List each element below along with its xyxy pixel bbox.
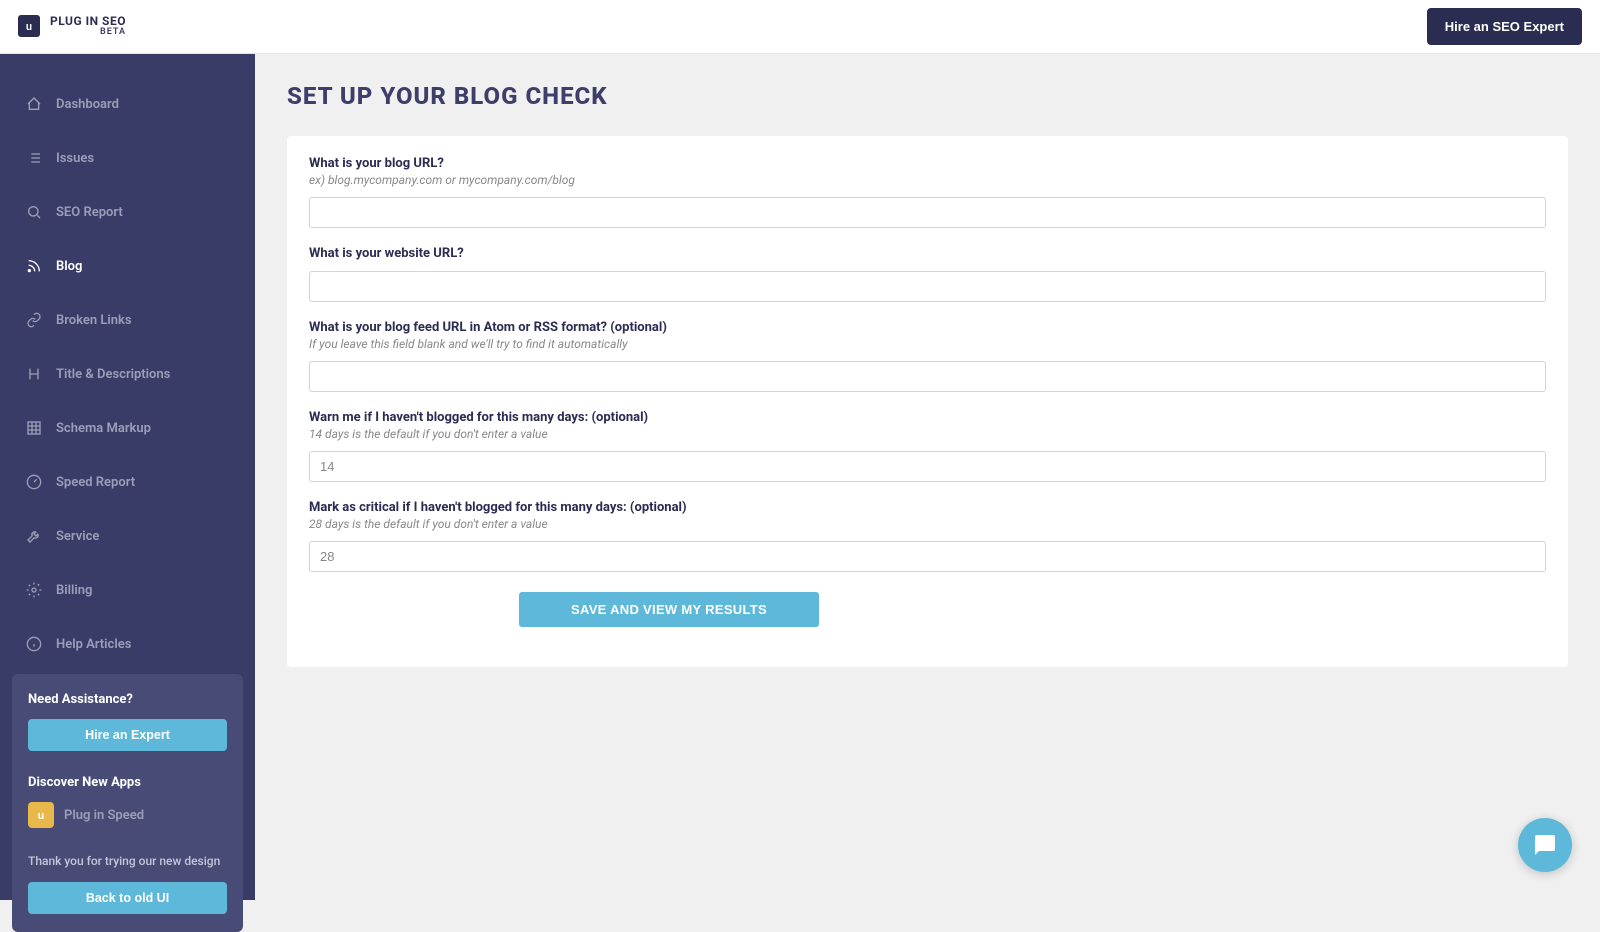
warn-days-input[interactable] — [309, 451, 1546, 482]
sidebar-item-title-descriptions[interactable]: Title & Descriptions — [0, 356, 255, 392]
sidebar-item-help-articles[interactable]: Help Articles — [0, 626, 255, 662]
hire-expert-button[interactable]: Hire an Expert — [28, 719, 227, 751]
sidebar-item-label: Speed Report — [56, 475, 135, 490]
sidebar-item-billing[interactable]: Billing — [0, 572, 255, 608]
sidebar-item-service[interactable]: Service — [0, 518, 255, 554]
feed-url-label: What is your blog feed URL in Atom or RS… — [309, 320, 1546, 335]
info-icon — [26, 636, 42, 652]
wrench-icon — [26, 528, 42, 544]
chat-icon — [1533, 833, 1557, 857]
blog-url-label: What is your blog URL? — [309, 156, 1546, 171]
warn-days-label: Warn me if I haven't blogged for this ma… — [309, 410, 1546, 425]
website-url-input[interactable] — [309, 271, 1546, 302]
sidebar-item-schema-markup[interactable]: Schema Markup — [0, 410, 255, 446]
plug-in-speed-icon: u — [28, 802, 54, 828]
back-to-old-ui-button[interactable]: Back to old UI — [28, 882, 227, 914]
critical-days-hint: 28 days is the default if you don't ente… — [309, 517, 1546, 531]
home-icon — [26, 96, 42, 112]
sidebar-item-broken-links[interactable]: Broken Links — [0, 302, 255, 338]
field-critical-days: Mark as critical if I haven't blogged fo… — [309, 500, 1546, 572]
blog-url-hint: ex) blog.mycompany.com or mycompany.com/… — [309, 173, 1546, 187]
sidebar-item-label: Issues — [56, 151, 94, 166]
sidebar-nav: Dashboard Issues SEO Report Blog Broken … — [0, 54, 255, 662]
search-icon — [26, 204, 42, 220]
field-warn-days: Warn me if I haven't blogged for this ma… — [309, 410, 1546, 482]
panel-note: Thank you for trying our new design — [28, 852, 227, 870]
top-header: u PLUG IN SEO BETA Hire an SEO Expert — [0, 0, 1600, 54]
save-and-view-results-button[interactable]: SAVE AND VIEW MY RESULTS — [519, 592, 819, 627]
logo-mark-icon: u — [18, 15, 40, 37]
sidebar-item-label: SEO Report — [56, 205, 123, 220]
rss-icon — [26, 258, 42, 274]
sidebar: Dashboard Issues SEO Report Blog Broken … — [0, 54, 255, 900]
hire-seo-expert-button[interactable]: Hire an SEO Expert — [1427, 8, 1582, 45]
assist-title: Need Assistance? — [28, 692, 227, 707]
field-blog-url: What is your blog URL? ex) blog.mycompan… — [309, 156, 1546, 228]
sidebar-item-label: Schema Markup — [56, 421, 151, 436]
sidebar-item-issues[interactable]: Issues — [0, 140, 255, 176]
link-icon — [26, 312, 42, 328]
sidebar-item-label: Dashboard — [56, 97, 119, 112]
heading-icon — [26, 366, 42, 382]
sidebar-item-label: Blog — [56, 259, 82, 274]
sidebar-item-label: Title & Descriptions — [56, 367, 170, 382]
discover-title: Discover New Apps — [28, 775, 227, 790]
feed-url-hint: If you leave this field blank and we'll … — [309, 337, 1546, 351]
chat-fab-button[interactable] — [1518, 818, 1572, 872]
sidebar-item-label: Service — [56, 529, 99, 544]
main-content: SET UP YOUR BLOG CHECK What is your blog… — [255, 54, 1600, 900]
feed-url-input[interactable] — [309, 361, 1546, 392]
sidebar-item-dashboard[interactable]: Dashboard — [0, 86, 255, 122]
page-title: SET UP YOUR BLOG CHECK — [287, 82, 1568, 110]
field-website-url: What is your website URL? — [309, 246, 1546, 302]
field-feed-url: What is your blog feed URL in Atom or RS… — [309, 320, 1546, 392]
sidebar-assist-panel: Need Assistance? Hire an Expert Discover… — [12, 674, 243, 932]
gauge-icon — [26, 474, 42, 490]
form-card: What is your blog URL? ex) blog.mycompan… — [287, 136, 1568, 667]
logo-text: PLUG IN SEO BETA — [50, 15, 126, 38]
sidebar-item-blog[interactable]: Blog — [0, 248, 255, 284]
sidebar-item-label: Broken Links — [56, 313, 132, 328]
critical-days-label: Mark as critical if I haven't blogged fo… — [309, 500, 1546, 515]
grid-icon — [26, 420, 42, 436]
sidebar-item-label: Help Articles — [56, 637, 131, 652]
sidebar-item-speed-report[interactable]: Speed Report — [0, 464, 255, 500]
discover-app-link[interactable]: u Plug in Speed — [28, 802, 227, 828]
list-icon — [26, 150, 42, 166]
gear-icon — [26, 582, 42, 598]
warn-days-hint: 14 days is the default if you don't ente… — [309, 427, 1546, 441]
sidebar-item-label: Billing — [56, 583, 92, 598]
website-url-label: What is your website URL? — [309, 246, 1546, 261]
sidebar-item-seo-report[interactable]: SEO Report — [0, 194, 255, 230]
critical-days-input[interactable] — [309, 541, 1546, 572]
app-name: Plug in Speed — [64, 808, 144, 823]
logo[interactable]: u PLUG IN SEO BETA — [18, 15, 126, 38]
blog-url-input[interactable] — [309, 197, 1546, 228]
